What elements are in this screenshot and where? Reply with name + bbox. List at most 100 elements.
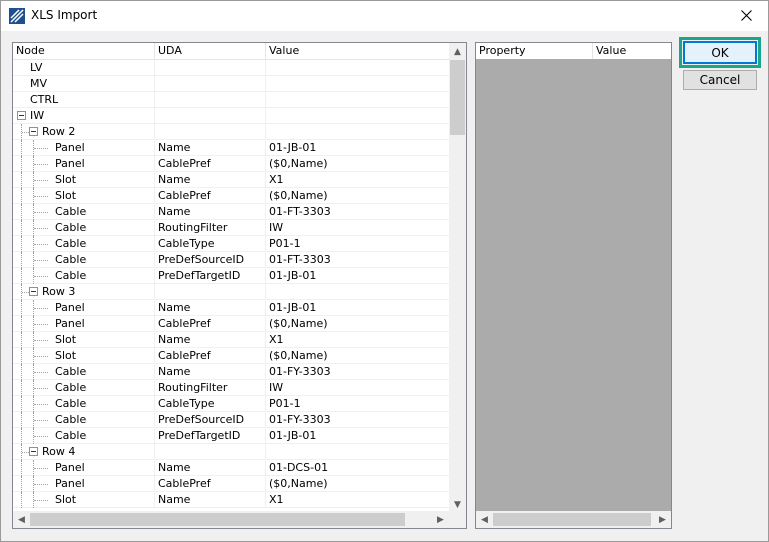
column-header-uda[interactable]: UDA (155, 43, 266, 59)
tree-connector-line (21, 204, 22, 220)
tree-row[interactable]: Cable RoutingFilter IW (13, 220, 449, 236)
tree-row[interactable]: Row 3 (13, 284, 449, 300)
tree-connector-line (34, 484, 48, 485)
tree-row[interactable]: Cable PreDefTargetID 01-JB-01 (13, 428, 449, 444)
collapse-minus-icon[interactable] (29, 287, 38, 296)
value-cell: ($0,Name) (269, 157, 328, 170)
tree-row[interactable]: Slot CablePref ($0,Name) (13, 348, 449, 364)
uda-cell: Name (155, 332, 266, 348)
property-horizontal-scroll-thumb[interactable] (493, 513, 651, 526)
value-cell: P01-1 (269, 397, 301, 410)
node-cell: Cable (13, 396, 155, 412)
tree-row[interactable]: Panel CablePref ($0,Name) (13, 316, 449, 332)
uda-cell (155, 108, 266, 124)
value-cell (266, 444, 449, 460)
tree-rows: LV MV CTRL IW Row 2 Panel Name 01-JB-01 Panel Cab… (13, 60, 449, 513)
uda-cell: PreDefTargetID (155, 428, 266, 444)
uda-cell: Name (155, 140, 266, 156)
property-horizontal-scrollbar[interactable]: ◀ ▶ (476, 511, 671, 528)
tree-row[interactable]: Cable PreDefSourceID 01-FY-3303 (13, 412, 449, 428)
tree-row[interactable]: Cable PreDefSourceID 01-FT-3303 (13, 252, 449, 268)
tree-row[interactable]: Cable Name 01-FY-3303 (13, 364, 449, 380)
tree-row[interactable]: Cable PreDefTargetID 01-JB-01 (13, 268, 449, 284)
uda-cell: CablePref (155, 188, 266, 204)
value-cell: X1 (269, 173, 284, 186)
node-cell: Cable (13, 204, 155, 220)
tree-row[interactable]: Cable Name 01-FT-3303 (13, 204, 449, 220)
tree-connector-line (34, 404, 48, 405)
node-label: Cable (55, 205, 87, 218)
tree-connector-line (21, 348, 22, 364)
scroll-right-arrow-icon[interactable]: ▶ (654, 511, 671, 528)
tree-row[interactable]: Row 4 (13, 444, 449, 460)
tree-connector-line (34, 388, 48, 389)
tree-vertical-scrollbar[interactable]: ▲ ▼ (449, 43, 466, 513)
close-icon (740, 10, 752, 21)
tree-horizontal-scroll-thumb[interactable] (30, 513, 405, 526)
column-header-property[interactable]: Property (476, 43, 593, 59)
uda-cell: Name (155, 460, 266, 476)
node-label: Panel (55, 141, 85, 154)
tree-row[interactable]: Panel CablePref ($0,Name) (13, 476, 449, 492)
tree-row[interactable]: Panel Name 01-JB-01 (13, 140, 449, 156)
tree-row[interactable]: Panel Name 01-DCS-01 (13, 460, 449, 476)
tree-row[interactable]: Cable RoutingFilter IW (13, 380, 449, 396)
tree-connector-line (21, 252, 22, 268)
collapse-minus-icon[interactable] (17, 111, 26, 120)
tree-row[interactable]: Panel CablePref ($0,Name) (13, 156, 449, 172)
column-header-value[interactable]: Value (266, 43, 449, 59)
node-cell: Cable (13, 268, 155, 284)
tree-row[interactable]: Slot Name X1 (13, 492, 449, 508)
tree-row[interactable]: Panel Name 01-JB-01 (13, 300, 449, 316)
collapse-minus-icon[interactable] (29, 127, 38, 136)
tree-connector-line (21, 460, 22, 476)
tree-row[interactable]: Slot Name X1 (13, 172, 449, 188)
scroll-left-arrow-icon[interactable]: ◀ (13, 511, 30, 528)
tree-vertical-scroll-thumb[interactable] (450, 60, 465, 135)
cancel-button[interactable]: Cancel (683, 70, 757, 90)
tree-connector-line (34, 260, 48, 261)
tree-connector-line (21, 476, 22, 492)
tree-connector-line (34, 420, 48, 421)
tree-row[interactable]: Row 2 (13, 124, 449, 140)
value-cell: 01-FY-3303 (269, 365, 331, 378)
uda-cell: CableType (155, 236, 266, 252)
value-cell: ($0,Name) (269, 477, 328, 490)
tree-row[interactable]: Cable CableType P01-1 (13, 396, 449, 412)
tree-connector-line (21, 428, 22, 444)
tree-connector-line (34, 164, 48, 165)
node-cell: Slot (13, 332, 155, 348)
node-cell: Row 2 (13, 124, 155, 140)
tree-row[interactable]: LV (13, 60, 449, 76)
value-cell: IW (269, 221, 284, 234)
node-label: LV (30, 61, 43, 74)
property-list[interactable]: Property Value ◀ ▶ (475, 42, 672, 529)
tree-connector-line (21, 316, 22, 332)
column-header-node[interactable]: Node (13, 43, 155, 59)
node-cell: Cable (13, 428, 155, 444)
node-cell: IW (13, 108, 155, 124)
scrollbar-corner (449, 511, 466, 528)
ok-button[interactable]: OK (683, 41, 757, 64)
tree-horizontal-scrollbar[interactable]: ◀ ▶ (13, 511, 449, 528)
tree-row[interactable]: Slot CablePref ($0,Name) (13, 188, 449, 204)
tree-row[interactable]: Cable CableType P01-1 (13, 236, 449, 252)
tree-connector-line (21, 300, 22, 316)
tree-row[interactable]: MV (13, 76, 449, 92)
close-button[interactable] (723, 0, 769, 31)
tree-row[interactable]: Slot Name X1 (13, 332, 449, 348)
collapse-minus-icon[interactable] (29, 447, 38, 456)
value-cell (266, 60, 449, 76)
node-cell: Cable (13, 364, 155, 380)
node-label: Cable (55, 365, 87, 378)
tree-row[interactable]: IW (13, 108, 449, 124)
import-tree-list[interactable]: Node UDA Value LV MV CTRL IW Row 2 Panel Name 0… (12, 42, 467, 529)
uda-cell: RoutingFilter (155, 380, 266, 396)
scroll-left-arrow-icon[interactable]: ◀ (476, 511, 493, 528)
tree-row[interactable]: CTRL (13, 92, 449, 108)
tree-connector-line (21, 140, 22, 156)
node-label: Slot (55, 493, 77, 506)
scroll-up-arrow-icon[interactable]: ▲ (449, 43, 466, 60)
scroll-right-arrow-icon[interactable]: ▶ (432, 511, 449, 528)
column-header-property-value[interactable]: Value (593, 43, 671, 59)
